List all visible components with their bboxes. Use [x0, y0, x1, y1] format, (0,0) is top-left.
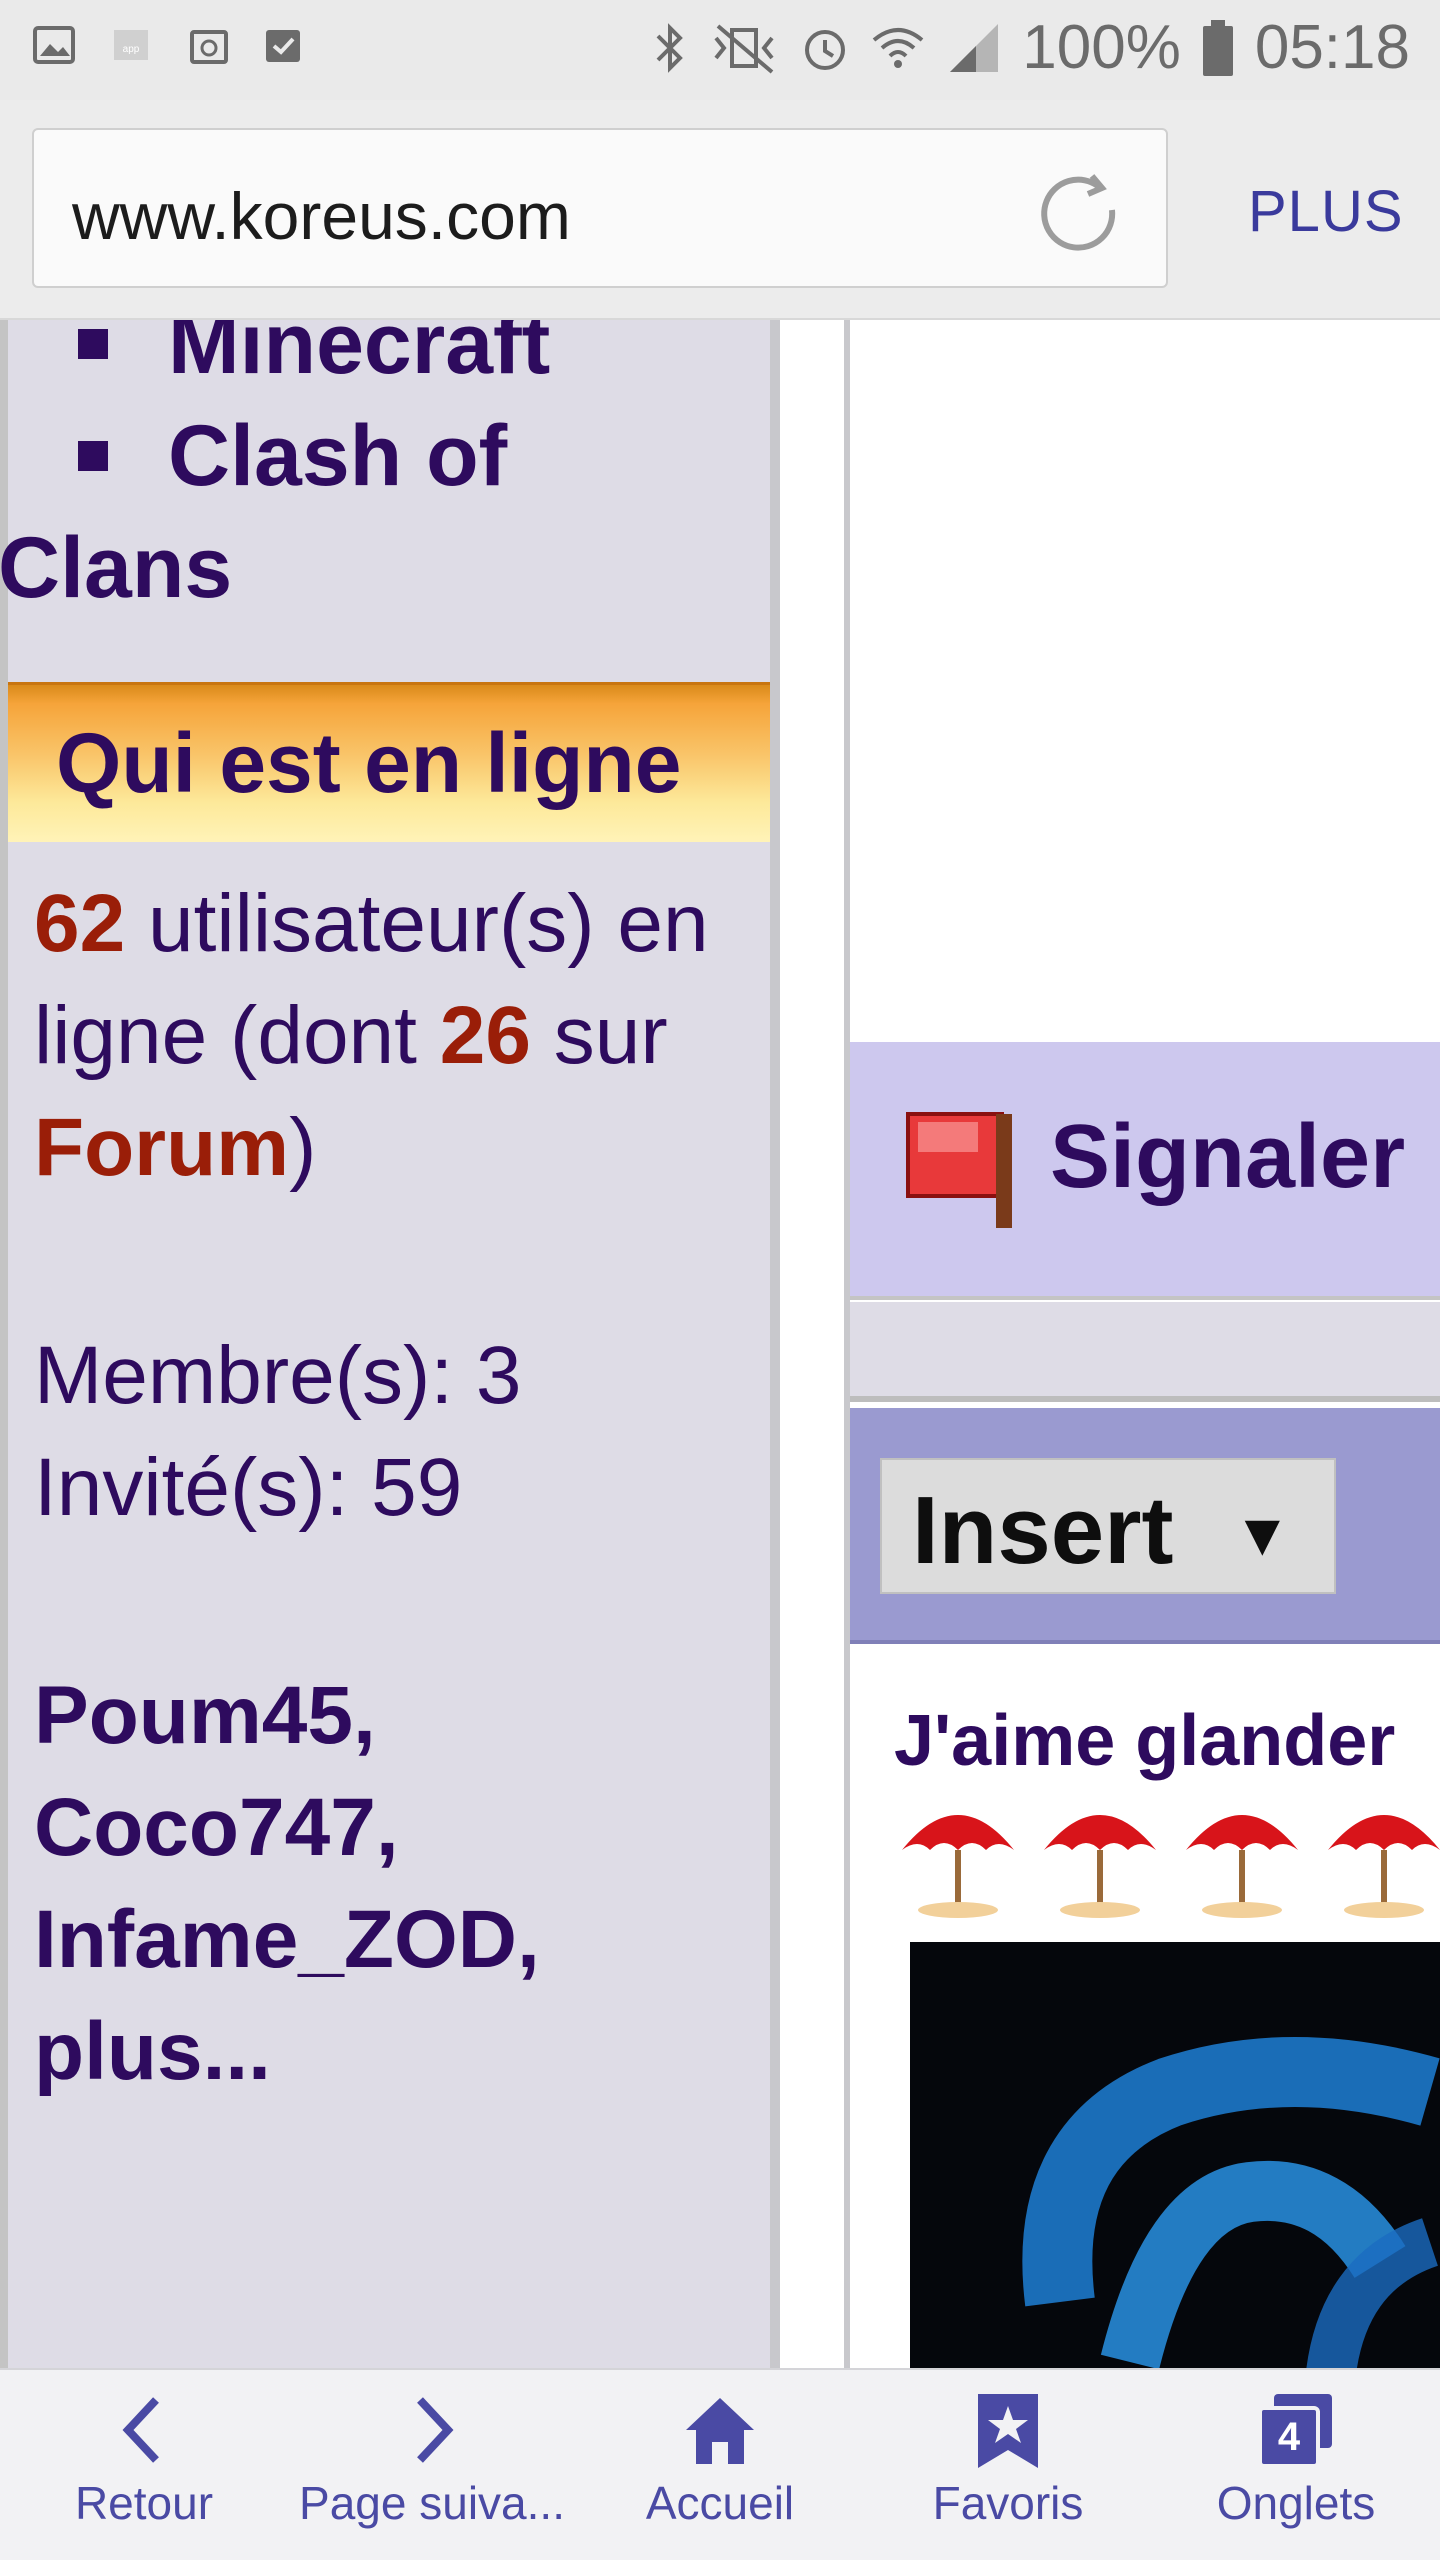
forum-count: 26 — [439, 990, 531, 1081]
umbrella-icon — [902, 1815, 1014, 1918]
tab-count-badge: 4 — [1278, 2415, 1301, 2459]
forward-button[interactable]: Page suiva... — [288, 2370, 576, 2560]
forum-link[interactable]: Forum — [34, 1102, 289, 1193]
vibrate-mute-icon — [714, 23, 774, 74]
nav-item-clash-of-clans[interactable]: Clash of Clans — [0, 400, 618, 624]
user-link[interactable]: Infame_ZOD, — [34, 1884, 540, 1996]
gallery-icon — [33, 26, 75, 64]
insert-label: Insert — [912, 1477, 1174, 1584]
bullet-icon — [78, 441, 108, 472]
member-stats: Membre(s): 3 Invité(s): 59 — [34, 1320, 522, 1544]
more-users-link[interactable]: plus... — [34, 1996, 540, 2108]
email-notification-icon — [190, 30, 228, 64]
mood-rating — [894, 1790, 1440, 1920]
home-button[interactable]: Accueil — [576, 2370, 864, 2560]
tabs-button[interactable]: 4 Onglets — [1152, 2370, 1440, 2560]
alarm-icon — [805, 29, 846, 70]
umbrella-icon — [1328, 1815, 1440, 1918]
user-link[interactable]: Poum45, — [34, 1660, 540, 1772]
insert-dropdown[interactable]: Insert ▼ — [880, 1458, 1336, 1594]
content-area — [850, 320, 1440, 1040]
bookmarks-button[interactable]: Favoris — [864, 2370, 1152, 2560]
bullet-icon — [78, 329, 108, 360]
tabs-label: Onglets — [1216, 2477, 1376, 2529]
who-online-title: Qui est en ligne — [56, 716, 682, 810]
post-panel: Signaler Insert ▼ J'aime glander — [844, 320, 1440, 2368]
separator — [850, 1302, 1440, 1402]
back-button[interactable]: Retour — [0, 2370, 288, 2560]
nav-item-minecraft[interactable]: Minecraft — [78, 320, 618, 400]
report-button[interactable]: Signaler — [1050, 1106, 1405, 1209]
reload-icon[interactable] — [1036, 168, 1120, 252]
home-icon — [686, 2398, 754, 2464]
bookmarks-label: Favoris — [932, 2477, 1084, 2529]
user-link[interactable]: Coco747, — [34, 1772, 540, 1884]
system-status: 100% 05:18 — [650, 12, 1410, 83]
web-page: Minecraft Clash of Clans Qui est en lign… — [0, 320, 1440, 2368]
members-count: Membre(s): 3 — [34, 1330, 522, 1421]
browser-toolbar: www.koreus.com PLUS — [0, 100, 1440, 320]
app-notification-icon: app — [114, 30, 148, 60]
home-label: Accueil — [645, 2477, 795, 2529]
battery-icon — [1202, 19, 1233, 76]
umbrella-icon — [1186, 1815, 1298, 1918]
user-mood: J'aime glander — [894, 1701, 1396, 1781]
url-text[interactable]: www.koreus.com — [72, 178, 571, 254]
svg-text:app: app — [123, 44, 140, 55]
who-online-header: Qui est en ligne — [8, 682, 772, 842]
umbrella-icon — [1044, 1815, 1156, 1918]
address-bar[interactable]: www.koreus.com — [32, 128, 1168, 288]
guests-count: Invité(s): 59 — [34, 1442, 463, 1533]
more-menu-button[interactable]: PLUS — [1248, 178, 1404, 245]
avatar-graphic — [1022, 2037, 1440, 2368]
flag-icon[interactable] — [904, 1106, 1022, 1230]
forward-label: Page suiva... — [299, 2477, 565, 2529]
browser-bottom-toolbar: Retour Page suiva... Accueil Favoris 4 O… — [0, 2368, 1440, 2560]
bluetooth-icon — [656, 22, 684, 73]
notification-icons: app — [30, 20, 308, 70]
report-box[interactable]: Signaler — [850, 1042, 1440, 1300]
status-bar: app 100% 05:18 — [0, 0, 1440, 100]
sidebar: Minecraft Clash of Clans Qui est en lign… — [0, 320, 780, 2368]
insert-toolbar: Insert ▼ — [850, 1408, 1440, 1644]
tabs-icon: 4 — [1258, 2394, 1332, 2468]
online-users-list: Poum45, Coco747, Infame_ZOD, plus... — [34, 1660, 540, 2108]
clipboard-check-icon — [266, 30, 300, 62]
dropdown-arrow-icon: ▼ — [1232, 1501, 1292, 1568]
sidebar-nav: Minecraft Clash of Clans — [0, 320, 618, 624]
signal-icon — [950, 23, 999, 72]
online-count: 62 — [34, 878, 126, 969]
online-summary: 62 utilisateur(s) en ligne (dont 26 sur … — [34, 878, 709, 1193]
back-label: Retour — [74, 2477, 214, 2529]
forward-chevron-icon — [417, 2397, 454, 2463]
wifi-icon — [872, 27, 924, 68]
battery-percent: 100% — [1022, 13, 1181, 82]
avatar[interactable] — [910, 1942, 1440, 2368]
back-chevron-icon — [122, 2397, 159, 2463]
bookmark-star-icon — [978, 2394, 1038, 2468]
clock: 05:18 — [1254, 13, 1410, 82]
